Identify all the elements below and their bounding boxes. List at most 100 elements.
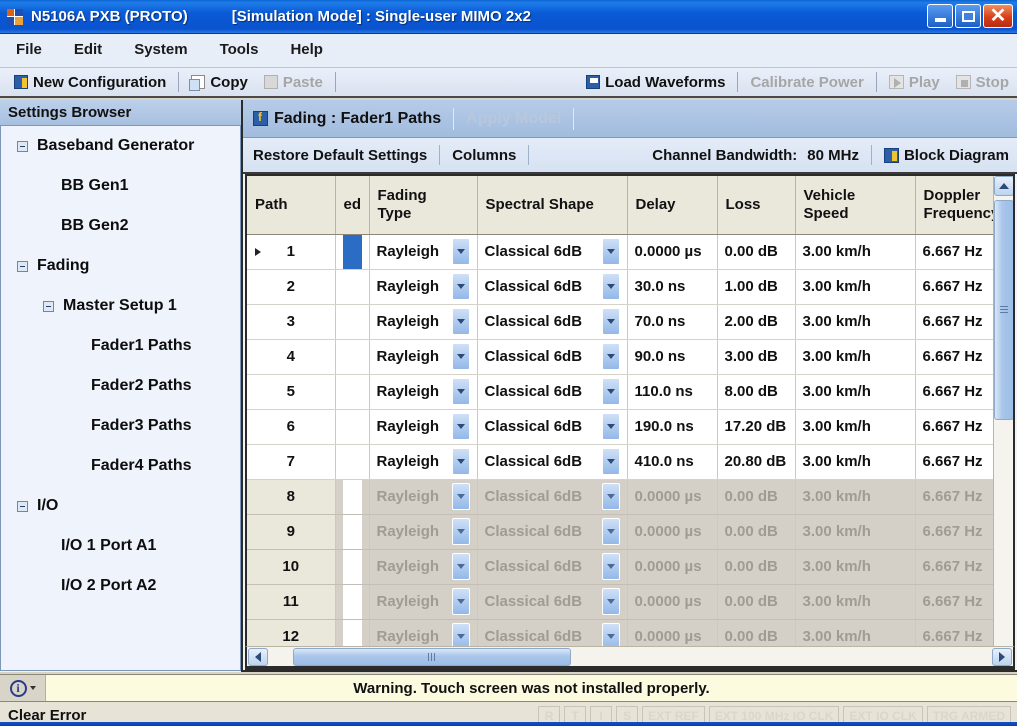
loss-cell[interactable]: 3.00 dB [717,339,796,375]
col-header-fading-type[interactable]: Fading Type [369,176,478,235]
vehicle-speed-cell[interactable]: 3.00 km/h [795,514,916,550]
fading-type-cell[interactable]: Rayleigh [369,444,478,480]
sidebar-item-i-o-2-port-a2[interactable]: I/O 2 Port A2 [1,566,240,606]
menu-file[interactable]: File [0,41,58,58]
menu-tools[interactable]: Tools [204,41,275,58]
vehicle-speed-cell[interactable]: 3.00 km/h [795,304,916,340]
table-row[interactable]: 10 Rayleigh Classical 6dB 0.0000 µs 0.00 dB 3… [247,549,1013,585]
enabled-checkbox-cell[interactable] [335,269,370,305]
chevron-down-icon[interactable] [601,378,620,405]
vehicle-speed-cell[interactable]: 3.00 km/h [795,234,916,270]
enabled-checkbox[interactable] [342,269,362,304]
chevron-down-icon[interactable] [601,448,620,475]
table-horizontal-scrollbar[interactable] [245,646,1015,668]
sidebar-item-bb-gen2[interactable]: BB Gen2 [1,206,240,246]
row-header-path[interactable]: 8 [247,479,336,515]
table-row[interactable]: 7 Rayleigh Classical 6dB 410.0 ns 20.80 dB 3.… [247,444,1013,480]
enabled-checkbox[interactable] [342,514,362,549]
loss-cell[interactable]: 0.00 dB [717,479,796,515]
table-row[interactable]: 4 Rayleigh Classical 6dB 90.0 ns 3.00 dB 3.00… [247,339,1013,375]
chevron-down-icon[interactable] [451,588,470,615]
delay-cell[interactable]: 30.0 ns [627,269,718,305]
block-diagram-button[interactable]: Block Diagram [904,147,1017,164]
restore-default-settings-button[interactable]: Restore Default Settings [253,147,427,164]
sidebar-item-i-o[interactable]: I/O [1,486,240,526]
sidebar-item-fader1-paths[interactable]: Fader1 Paths [1,326,240,366]
loss-cell[interactable]: 0.00 dB [717,549,796,585]
chevron-down-icon[interactable] [601,483,620,510]
enabled-checkbox[interactable] [342,409,362,444]
enabled-checkbox-cell[interactable] [335,514,370,550]
enabled-checkbox[interactable] [342,479,362,514]
spectral-shape-cell[interactable]: Classical 6dB [477,269,628,305]
scroll-up-button[interactable] [994,176,1013,196]
vehicle-speed-cell[interactable]: 3.00 km/h [795,584,916,620]
horizontal-scroll-track[interactable] [269,647,991,666]
enabled-checkbox[interactable] [342,444,362,479]
spectral-shape-cell[interactable]: Classical 6dB [477,479,628,515]
tree-collapse-icon[interactable] [17,140,28,152]
sidebar-item-fader3-paths[interactable]: Fader3 Paths [1,406,240,446]
enabled-checkbox-cell[interactable] [335,444,370,480]
delay-cell[interactable]: 90.0 ns [627,339,718,375]
tree-collapse-icon[interactable] [43,300,54,312]
spectral-shape-cell[interactable]: Classical 6dB [477,374,628,410]
row-header-path[interactable]: 4 [247,339,336,375]
table-row[interactable]: 5 Rayleigh Classical 6dB 110.0 ns 8.00 dB 3.0… [247,374,1013,410]
sidebar-item-fading[interactable]: Fading [1,246,240,286]
minimize-button[interactable] [927,4,953,28]
enabled-checkbox[interactable] [342,234,362,269]
table-row[interactable]: 3 Rayleigh Classical 6dB 70.0 ns 2.00 dB 3.00… [247,304,1013,340]
chevron-down-icon[interactable] [451,343,470,370]
col-header-spectral-shape[interactable]: Spectral Shape [477,176,628,235]
col-header-enabled[interactable]: ed [335,176,370,235]
sidebar-item-i-o-1-port-a1[interactable]: I/O 1 Port A1 [1,526,240,566]
col-header-loss[interactable]: Loss [717,176,796,235]
fading-type-cell[interactable]: Rayleigh [369,549,478,585]
spectral-shape-cell[interactable]: Classical 6dB [477,514,628,550]
enabled-checkbox[interactable] [342,339,362,374]
fading-type-cell[interactable]: Rayleigh [369,304,478,340]
vehicle-speed-cell[interactable]: 3.00 km/h [795,479,916,515]
sidebar-item-fader2-paths[interactable]: Fader2 Paths [1,366,240,406]
enabled-checkbox-cell[interactable] [335,409,370,445]
fading-type-cell[interactable]: Rayleigh [369,269,478,305]
copy-button[interactable]: Copy [183,74,256,91]
spectral-shape-cell[interactable]: Classical 6dB [477,304,628,340]
chevron-down-icon[interactable] [451,308,470,335]
fading-type-cell[interactable]: Rayleigh [369,479,478,515]
fading-type-cell[interactable]: Rayleigh [369,234,478,270]
delay-cell[interactable]: 0.0000 µs [627,584,718,620]
fading-type-cell[interactable]: Rayleigh [369,584,478,620]
vehicle-speed-cell[interactable]: 3.00 km/h [795,549,916,585]
loss-cell[interactable]: 0.00 dB [717,584,796,620]
row-header-path[interactable]: 11 [247,584,336,620]
delay-cell[interactable]: 0.0000 µs [627,234,718,270]
chevron-down-icon[interactable] [451,273,470,300]
col-header-delay[interactable]: Delay [627,176,718,235]
delay-cell[interactable]: 0.0000 µs [627,549,718,585]
enabled-checkbox-cell[interactable] [335,479,370,515]
table-row[interactable]: 2 Rayleigh Classical 6dB 30.0 ns 1.00 dB 3.00… [247,269,1013,305]
sidebar-item-baseband-generator[interactable]: Baseband Generator [1,126,240,166]
scroll-left-button[interactable] [248,647,268,666]
spectral-shape-cell[interactable]: Classical 6dB [477,444,628,480]
chevron-down-icon[interactable] [601,588,620,615]
vehicle-speed-cell[interactable]: 3.00 km/h [795,269,916,305]
vehicle-speed-cell[interactable]: 3.00 km/h [795,444,916,480]
menu-edit[interactable]: Edit [58,41,118,58]
enabled-checkbox-cell[interactable] [335,584,370,620]
spectral-shape-cell[interactable]: Classical 6dB [477,234,628,270]
chevron-down-icon[interactable] [451,378,470,405]
table-vertical-scrollbar[interactable] [993,176,1013,668]
chevron-down-icon[interactable] [601,343,620,370]
chevron-down-icon[interactable] [601,273,620,300]
loss-cell[interactable]: 20.80 dB [717,444,796,480]
row-header-path[interactable]: 1 [247,234,336,270]
col-header-path[interactable]: Path [247,176,336,235]
delay-cell[interactable]: 70.0 ns [627,304,718,340]
chevron-down-icon[interactable] [451,483,470,510]
enabled-checkbox-cell[interactable] [335,339,370,375]
chevron-down-icon[interactable] [451,448,470,475]
loss-cell[interactable]: 0.00 dB [717,514,796,550]
